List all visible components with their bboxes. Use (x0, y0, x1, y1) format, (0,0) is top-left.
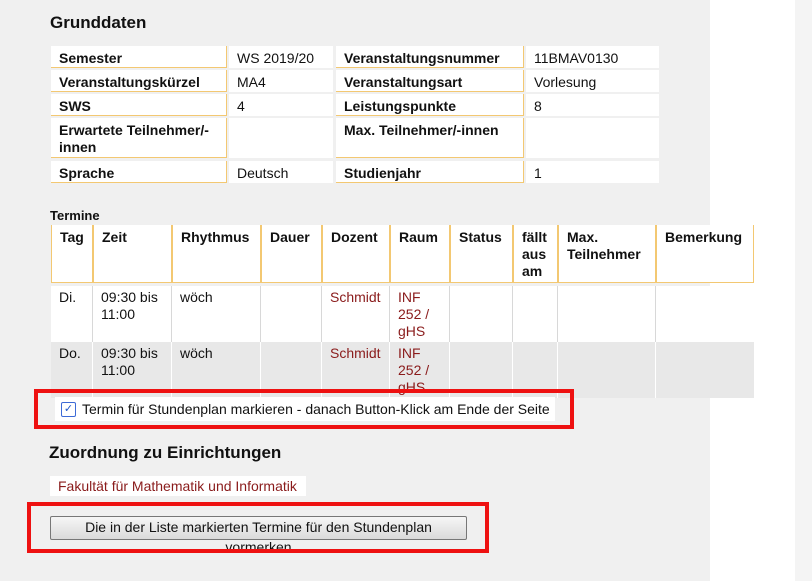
value-veranstaltungsnummer: 11BMAV0130 (526, 46, 659, 68)
cell-tag: Di. (51, 286, 93, 342)
label-veranstaltungsart: Veranstaltungsart (336, 70, 524, 92)
link-raum[interactable]: INF 252 / gHS (390, 286, 450, 342)
cell-faellt-aus (513, 286, 558, 342)
cell-status (450, 286, 513, 342)
label-studienjahr: Studienjahr (336, 161, 524, 183)
col-header-faellt-aus: fällt aus am (513, 225, 558, 283)
value-sprache: Deutsch (229, 161, 333, 183)
col-header-rhythmus: Rhythmus (172, 225, 261, 283)
institution-link[interactable]: Fakultät für Mathematik und Informatik (50, 476, 306, 496)
col-header-raum: Raum (390, 225, 450, 283)
value-semester: WS 2019/20 (229, 46, 333, 68)
col-header-tag: Tag (51, 225, 93, 283)
label-veranstaltungsnummer: Veranstaltungsnummer (336, 46, 524, 68)
label-leistungspunkte: Leistungspunkte (336, 94, 524, 116)
col-header-max-teilnehmer: Max. Teilnehmer (558, 225, 656, 283)
highlight-box-checkbox (34, 389, 574, 429)
col-header-dauer: Dauer (261, 225, 322, 283)
cell-zeit: 09:30 bis 11:00 (93, 286, 172, 342)
termine-label: Termine (50, 208, 100, 223)
value-leistungspunkte: 8 (526, 94, 659, 116)
label-veranstaltungskuerzel: Veranstaltungskürzel (51, 70, 227, 92)
label-sws: SWS (51, 94, 227, 116)
value-veranstaltungsart: Vorlesung (526, 70, 659, 92)
label-semester: Semester (51, 46, 227, 68)
window-edge (795, 0, 812, 581)
cell-rhythmus: wöch (172, 286, 261, 342)
cell-dauer (261, 286, 322, 342)
cell-max-teilnehmer (558, 286, 656, 342)
value-veranstaltungskuerzel: MA4 (229, 70, 333, 92)
col-header-bemerkung: Bemerkung (656, 225, 754, 283)
label-max-teilnehmer: Max. Teilnehmer/-innen (336, 118, 524, 158)
col-header-dozent: Dozent (322, 225, 390, 283)
termin-row: Di. 09:30 bis 11:00 wöch Schmidt INF 252… (51, 286, 710, 342)
highlight-box-button (27, 502, 489, 553)
value-max-teilnehmer (526, 118, 659, 158)
value-sws: 4 (229, 94, 333, 116)
grunddaten-title: Grunddaten (50, 13, 147, 32)
col-header-zeit: Zeit (93, 225, 172, 283)
zuordnung-title: Zuordnung zu Einrichtungen (49, 443, 282, 462)
label-sprache: Sprache (51, 161, 227, 183)
link-dozent[interactable]: Schmidt (322, 286, 390, 342)
value-erwartete-teilnehmer (229, 118, 333, 158)
value-studienjahr: 1 (526, 161, 659, 183)
col-header-status: Status (450, 225, 513, 283)
label-erwartete-teilnehmer: Erwartete Teilnehmer/-innen (51, 118, 227, 158)
